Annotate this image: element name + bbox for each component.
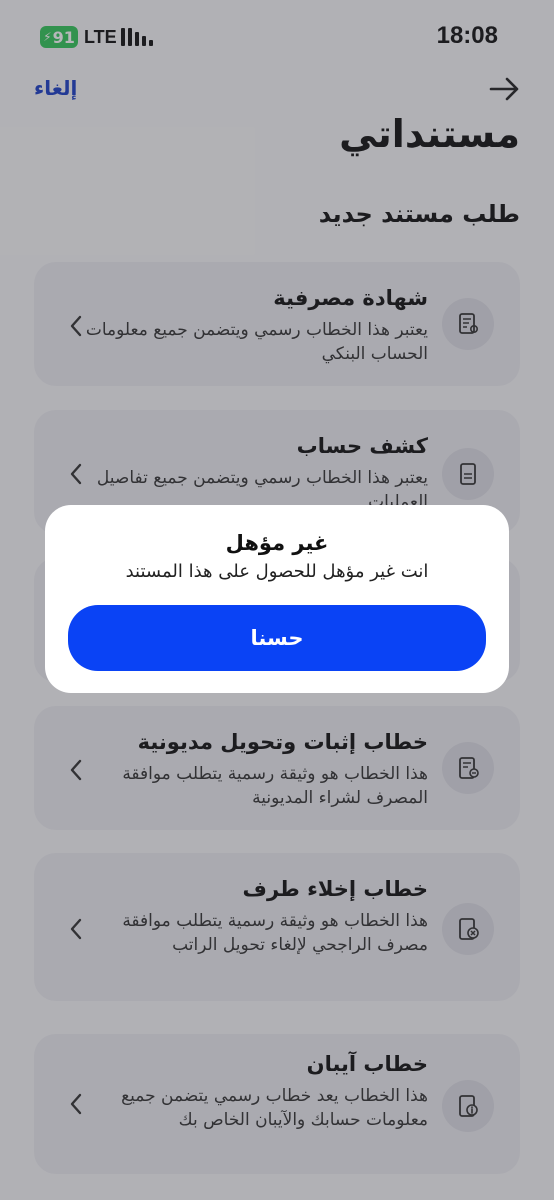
ineligible-dialog: غير مؤهل انت غير مؤهل للحصول على هذا الم… <box>45 505 509 693</box>
documents-screen: ⚡ 91 LTE 18:08 إلغاء مستنداتي طلب مستند … <box>0 0 554 1200</box>
dialog-title: غير مؤهل <box>225 531 329 555</box>
ok-button[interactable]: حسنا <box>68 605 486 671</box>
dialog-message: انت غير مؤهل للحصول على هذا المستند <box>125 561 429 582</box>
